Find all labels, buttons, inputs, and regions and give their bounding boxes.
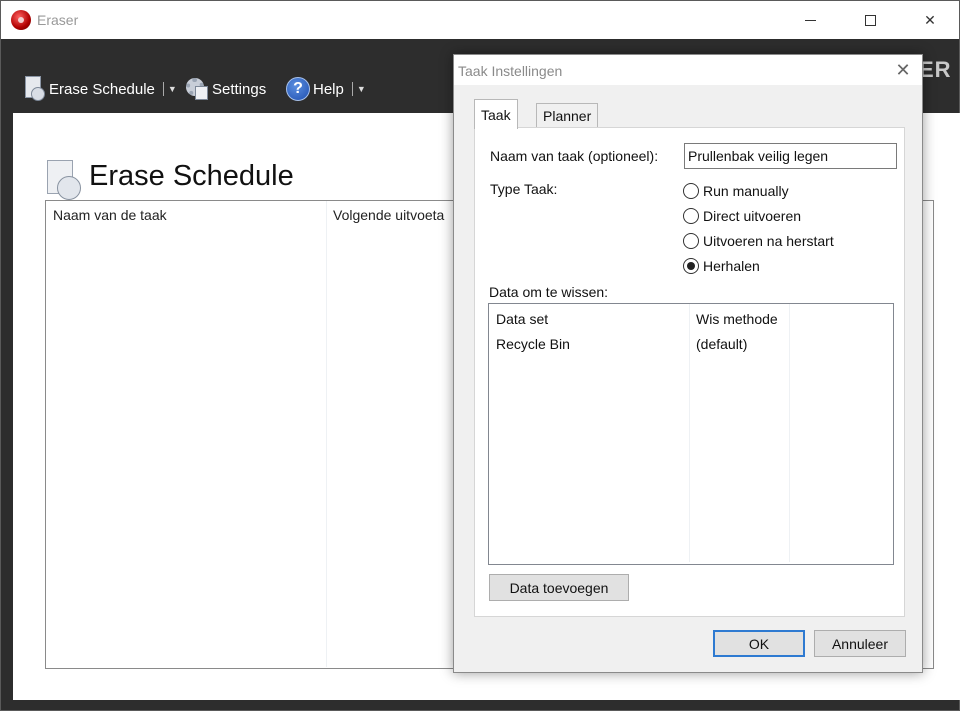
task-name-input[interactable] xyxy=(684,143,897,169)
settings-label: Settings xyxy=(212,80,267,98)
close-icon: ✕ xyxy=(924,11,936,28)
column-header-data-set[interactable]: Data set xyxy=(496,311,548,327)
cancel-button[interactable]: Annuleer xyxy=(814,630,906,657)
erase-schedule-button[interactable]: Erase Schedule ▼ xyxy=(23,75,177,103)
radio-label: Run manually xyxy=(703,183,789,199)
radio-label: Herhalen xyxy=(703,258,760,274)
erase-schedule-label: Erase Schedule xyxy=(49,80,155,98)
gear-icon xyxy=(185,77,209,101)
data-list[interactable]: Data set Wis methode Recycle Bin (defaul… xyxy=(488,303,894,565)
list-item-data-set[interactable]: Recycle Bin xyxy=(496,336,570,352)
column-divider xyxy=(789,304,790,562)
help-label: Help xyxy=(313,80,344,98)
dialog-title: Taak Instellingen xyxy=(458,63,563,79)
column-header-next-run[interactable]: Volgende uitvoeta xyxy=(333,207,444,223)
help-icon: ? xyxy=(286,77,310,101)
settings-button[interactable]: Settings xyxy=(185,75,266,103)
toolbar-separator xyxy=(162,82,164,96)
maximize-button[interactable] xyxy=(847,1,893,39)
minimize-icon xyxy=(804,19,816,21)
radio-button[interactable] xyxy=(683,233,699,249)
tab-panel-taak: Naam van taak (optioneel): Type Taak: Ru… xyxy=(474,127,905,617)
eraser-app-icon xyxy=(11,10,31,30)
window-title: Eraser xyxy=(37,12,79,28)
radio-button-selected[interactable] xyxy=(683,258,699,274)
close-button[interactable]: ✕ xyxy=(907,1,953,39)
radio-button[interactable] xyxy=(683,208,699,224)
radio-herhalen[interactable]: Herhalen xyxy=(683,256,760,276)
task-type-label: Type Taak: xyxy=(490,181,558,197)
column-divider xyxy=(326,201,327,667)
radio-button[interactable] xyxy=(683,183,699,199)
radio-direct-uitvoeren[interactable]: Direct uitvoeren xyxy=(683,206,801,226)
add-data-button[interactable]: Data toevoegen xyxy=(489,574,629,601)
tab-planner[interactable]: Planner xyxy=(536,103,599,128)
radio-label: Direct uitvoeren xyxy=(703,208,802,224)
column-header-task-name[interactable]: Naam van de taak xyxy=(53,207,167,223)
radio-label: Uitvoeren na herstart xyxy=(703,233,834,249)
chevron-down-icon[interactable]: ▼ xyxy=(357,84,366,94)
toolbar-separator xyxy=(351,82,353,96)
page-title: Erase Schedule xyxy=(89,160,294,192)
minimize-button[interactable] xyxy=(787,1,833,39)
tab-taak[interactable]: Taak xyxy=(474,99,518,129)
help-button[interactable]: ? Help ▼ xyxy=(286,75,366,103)
column-divider xyxy=(689,304,690,562)
data-to-erase-label: Data om te wissen: xyxy=(489,284,609,300)
task-settings-dialog: Taak Instellingen ✕ Taak Planner Naam va… xyxy=(453,54,923,673)
chevron-down-icon[interactable]: ▼ xyxy=(168,84,177,94)
dialog-close-button[interactable]: ✕ xyxy=(890,59,916,81)
close-icon: ✕ xyxy=(895,60,911,80)
brand-logo-text: ER xyxy=(919,57,952,82)
ok-button[interactable]: OK xyxy=(713,630,805,657)
schedule-icon xyxy=(23,76,47,102)
radio-run-manually[interactable]: Run manually xyxy=(683,181,789,201)
dialog-title-bar: Taak Instellingen ✕ xyxy=(454,55,922,85)
column-header-erase-method[interactable]: Wis methode xyxy=(696,311,778,327)
schedule-icon xyxy=(45,160,83,200)
maximize-icon xyxy=(864,14,876,26)
task-name-label: Naam van taak (optioneel): xyxy=(490,148,659,164)
list-item-erase-method[interactable]: (default) xyxy=(696,336,747,352)
radio-uitvoeren-na-herstart[interactable]: Uitvoeren na herstart xyxy=(683,231,834,251)
title-bar: Eraser ✕ xyxy=(1,1,959,39)
